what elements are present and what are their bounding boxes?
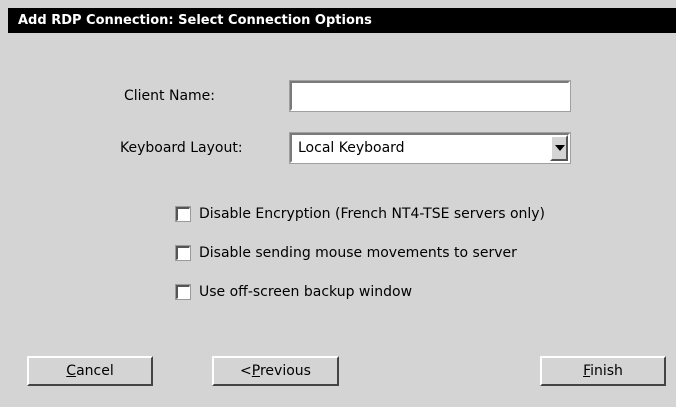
previous-button[interactable]: <Previous [212, 356, 339, 386]
window-title: Add RDP Connection: Select Connection Op… [8, 8, 676, 33]
finish-label: inish [590, 363, 623, 379]
disable-mouse-movements-checkbox[interactable] [175, 245, 191, 261]
keyboard-layout-value: Local Keyboard [298, 140, 405, 156]
previous-label: revious [259, 363, 311, 379]
offscreen-backup-checkbox[interactable] [175, 284, 191, 300]
offscreen-backup-label: Use off-screen backup window [199, 284, 413, 300]
client-name-label: Client Name: [124, 88, 215, 104]
cancel-button[interactable]: Cancel [27, 356, 153, 386]
previous-prefix: < [240, 363, 252, 379]
disable-encryption-checkbox[interactable] [175, 206, 191, 222]
previous-mnemonic: P [251, 363, 260, 379]
disable-mouse-movements-label: Disable sending mouse movements to serve… [199, 245, 517, 261]
disable-encryption-label: Disable Encryption (French NT4-TSE serve… [199, 206, 546, 222]
chevron-down-icon[interactable] [550, 135, 568, 161]
client-name-input[interactable] [292, 83, 568, 109]
client-name-field [289, 80, 571, 112]
finish-button[interactable]: Finish [540, 356, 666, 386]
keyboard-layout-label: Keyboard Layout: [120, 140, 243, 156]
cancel-label: ancel [76, 363, 114, 379]
cancel-mnemonic: C [66, 363, 77, 379]
keyboard-layout-select[interactable]: Local Keyboard [289, 132, 571, 164]
